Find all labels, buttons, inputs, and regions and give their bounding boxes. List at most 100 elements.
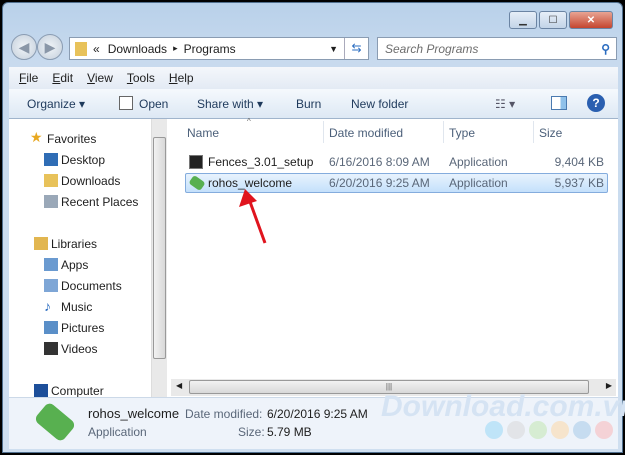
open-button[interactable]: Open [139,97,168,111]
details-pane: Download.com.vn rohos_welcome Applicatio… [9,390,625,449]
rohos-app-icon [188,174,206,192]
menu-tools[interactable]: Tools [127,71,155,85]
minimize-button[interactable]: ▁ [509,11,537,29]
search-input[interactable]: Search Programs ⚲ [377,37,617,60]
file-type: Application [449,155,508,169]
address-dropdown-icon[interactable]: ▼ [329,44,338,54]
details-date: 6/20/2016 9:25 AM [267,407,368,421]
view-options-icon[interactable]: ☷ ▾ [495,97,515,111]
downloads-folder-icon [44,174,58,187]
nav-computer[interactable]: Computer [34,384,104,398]
preview-pane-icon[interactable] [551,96,567,110]
nav-videos[interactable]: Videos [44,342,98,356]
menu-file[interactable]: File [19,71,38,85]
scroll-thumb[interactable] [153,137,166,359]
sort-arrow-icon: ^ [247,117,251,126]
help-icon[interactable]: ? [587,94,605,112]
crumb-programs[interactable]: Programs [184,42,236,56]
burn-button[interactable]: Burn [296,97,321,111]
menu-view[interactable]: View [87,71,113,85]
back-button[interactable]: ◀ [11,34,37,60]
new-folder-button[interactable]: New folder [351,97,408,111]
menu-edit[interactable]: Edit [52,71,73,85]
file-date: 6/20/2016 9:25 AM [329,176,430,190]
address-bar[interactable]: « Downloads ▸ Programs ▼ ⇆ [69,37,369,60]
rohos-large-icon [33,401,77,443]
videos-icon [44,342,58,355]
organize-button[interactable]: Organize ▾ [27,97,85,111]
refresh-icon[interactable]: ⇆ [344,38,368,59]
fences-app-icon [189,155,203,169]
scroll-right-icon[interactable]: ▶ [606,381,612,390]
recent-places-icon [44,195,58,208]
watermark-logo: Download.com.vn [381,390,625,423]
nav-music[interactable]: ♪ Music [44,298,93,314]
open-icon [119,96,133,110]
nav-label: Pictures [61,321,105,335]
column-date-modified[interactable]: Date modified [329,126,403,140]
nav-downloads[interactable]: Downloads [44,174,121,188]
column-size[interactable]: Size [539,126,562,140]
search-icon[interactable]: ⚲ [601,42,610,56]
pictures-icon [44,321,58,334]
file-row[interactable]: Fences_3.01_setup 6/16/2016 8:09 AM Appl… [185,152,608,172]
command-bar: Organize ▾ Open Share with ▾ Burn New fo… [9,89,618,119]
crumb-separator[interactable]: ▸ [173,43,178,54]
nav-desktop[interactable]: Desktop [44,153,106,167]
nav-favorites[interactable]: ★ Favorites [30,129,97,146]
close-button[interactable]: ✕ [569,11,613,29]
nav-label: Videos [61,342,98,356]
watermark-dot [573,421,591,439]
libraries-icon [34,237,48,250]
nav-pictures[interactable]: Pictures [44,321,105,335]
nav-label: Libraries [51,237,98,251]
file-list: Name ^ Date modified Type Size Fences_3.… [171,117,618,397]
details-size-label: Size: [238,425,265,439]
apps-icon [44,258,58,271]
nav-label: Favorites [47,132,97,146]
menu-bar: File Edit View Tools Help [9,67,618,89]
nav-scrollbar[interactable] [151,119,167,397]
computer-icon [34,384,48,397]
red-arrow-annotation [239,189,267,244]
content-area: ★ Favorites Desktop Downloads Recent Plac… [9,117,618,398]
file-date: 6/16/2016 8:09 AM [329,155,430,169]
documents-icon [44,279,58,292]
watermark-dot [551,421,569,439]
file-name: Fences_3.01_setup [208,155,314,169]
nav-label: Music [61,300,93,314]
crumb-downloads[interactable]: Downloads [108,42,167,56]
forward-button[interactable]: ▶ [37,34,63,60]
nav-documents[interactable]: Documents [44,279,122,293]
star-icon: ★ [30,129,43,145]
nav-label: Desktop [61,153,106,167]
address-overflow[interactable]: « [93,42,100,56]
column-type[interactable]: Type [449,126,475,140]
file-size: 5,937 KB [554,176,604,190]
share-with-button[interactable]: Share with ▾ [197,97,263,111]
navigation-pane: ★ Favorites Desktop Downloads Recent Plac… [9,119,151,398]
nav-apps[interactable]: Apps [44,258,89,272]
details-date-label: Date modified: [185,407,263,421]
details-type: Application [88,425,147,439]
nav-label: Documents [61,279,122,293]
nav-libraries[interactable]: Libraries [34,237,98,251]
watermark-dot [485,421,503,439]
file-size: 9,404 KB [554,155,604,169]
nav-label: Recent Places [61,195,139,209]
search-placeholder: Search Programs [385,41,479,56]
watermark-dot [507,421,525,439]
maximize-button[interactable]: ☐ [539,11,567,29]
scroll-left-icon[interactable]: ◀ [176,381,182,390]
menu-help[interactable]: Help [169,71,194,85]
explorer-window: ▁ ☐ ✕ ◀ ▶ « Downloads ▸ Programs ▼ ⇆ Sea… [2,2,625,453]
watermark-dot [529,421,547,439]
nav-label: Apps [61,258,89,272]
folder-icon [75,41,87,56]
file-type: Application [449,176,508,190]
column-name[interactable]: Name [187,126,219,140]
nav-label: Computer [51,384,104,398]
nav-recent-places[interactable]: Recent Places [44,195,139,209]
nav-label: Downloads [61,174,121,188]
details-size: 5.79 MB [267,425,312,439]
